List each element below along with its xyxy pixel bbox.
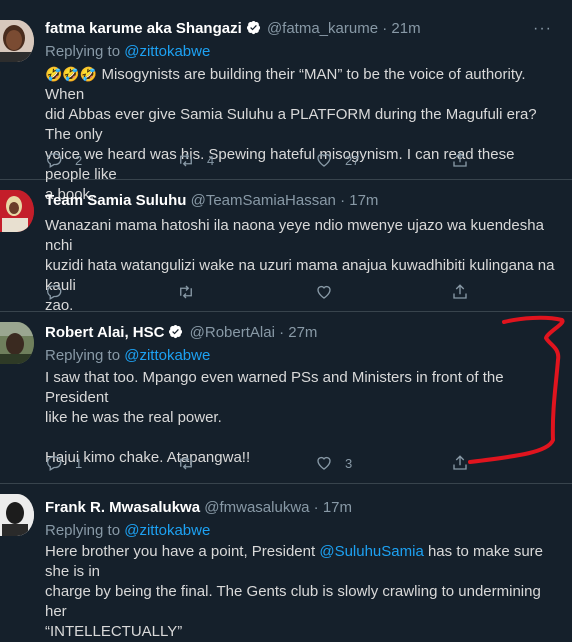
avatar-image <box>0 322 34 364</box>
retweet-icon <box>180 153 192 167</box>
reply-icon <box>47 285 62 300</box>
replying-handle[interactable]: @zittokabwe <box>124 347 210 364</box>
separator: · <box>279 324 285 341</box>
tweet-text-line: Wanazani mama hatoshi ila naona yeye ndi… <box>45 217 544 254</box>
share-button[interactable] <box>451 454 469 472</box>
tweet-text: Wanazani mama hatoshi ila naona yeye ndi… <box>45 216 560 316</box>
replying-to: Replying to @zittokabwe <box>45 347 210 364</box>
share-icon <box>453 455 467 470</box>
retweet-icon <box>180 285 192 299</box>
like-icon <box>317 153 331 167</box>
like-icon <box>317 285 331 299</box>
tweet-text-line: charge by being the final. The Gents clu… <box>45 583 541 620</box>
separator: · <box>313 499 319 516</box>
reply-button[interactable] <box>45 283 63 301</box>
timestamp[interactable]: 21m <box>391 20 420 37</box>
tweet-header: fatma karume aka Shangazi @fatma_karume … <box>45 20 421 37</box>
avatar[interactable] <box>0 494 34 536</box>
replying-label: Replying to <box>45 347 121 364</box>
replying-label: Replying to <box>45 43 121 60</box>
reply-icon <box>47 153 62 168</box>
action-bar: 1 3 <box>45 454 545 472</box>
author-name[interactable]: Team Samia Suluhu <box>45 192 186 209</box>
timestamp[interactable]: 27m <box>288 324 317 341</box>
avatar-image <box>0 20 34 62</box>
tweet-text-segment: Here brother you have a point, President <box>45 543 320 560</box>
action-bar: 2 4 27 <box>45 151 545 169</box>
reply-count: 1 <box>75 455 83 471</box>
like-button[interactable] <box>315 283 333 301</box>
replying-label: Replying to <box>45 522 121 539</box>
tweet-text: Here brother you have a point, President… <box>45 542 560 642</box>
like-button[interactable]: 27 <box>315 151 359 169</box>
like-count: 3 <box>345 455 353 471</box>
reply-count: 2 <box>75 152 83 168</box>
retweet-button[interactable]: 4 <box>177 151 214 169</box>
avatar-image <box>0 190 34 232</box>
action-bar <box>45 283 545 301</box>
author-name[interactable]: Frank R. Mwasalukwa <box>45 499 200 516</box>
tweet-text-line <box>45 428 560 448</box>
mention-link[interactable]: @SuluhuSamia <box>319 543 423 560</box>
share-icon <box>453 284 467 299</box>
separator: · <box>340 192 346 209</box>
reply-icon <box>47 456 62 471</box>
author-name[interactable]: Robert Alai, HSC <box>45 324 164 341</box>
verified-icon <box>246 20 261 35</box>
tweet-card[interactable]: Team Samia Suluhu @TeamSamiaHassan · 17m… <box>0 180 572 314</box>
tweet-header: Robert Alai, HSC @RobertAlai · 27m <box>45 324 317 341</box>
tweet-text-line: “INTELLECTUALLY” <box>45 623 183 640</box>
author-handle[interactable]: @fmwasalukwa <box>204 499 309 516</box>
share-icon <box>453 152 467 167</box>
avatar[interactable] <box>0 20 34 62</box>
tweet-text-line: did Abbas ever give Samia Suluhu a PLATF… <box>45 106 537 143</box>
retweet-button[interactable] <box>177 283 195 301</box>
replying-to: Replying to @zittokabwe <box>45 522 210 539</box>
separator: · <box>382 20 388 37</box>
timestamp[interactable]: 17m <box>323 499 352 516</box>
tweet-card[interactable]: Robert Alai, HSC @RobertAlai · 27m Reply… <box>0 312 572 484</box>
like-button[interactable]: 3 <box>315 454 352 472</box>
timestamp[interactable]: 17m <box>349 192 378 209</box>
like-count: 27 <box>345 152 360 168</box>
reply-button[interactable]: 2 <box>45 151 82 169</box>
replying-handle[interactable]: @zittokabwe <box>124 43 210 60</box>
reply-button[interactable]: 1 <box>45 454 82 472</box>
replying-to: Replying to @zittokabwe <box>45 43 210 60</box>
retweet-button[interactable] <box>177 454 195 472</box>
tweet-card[interactable]: fatma karume aka Shangazi @fatma_karume … <box>0 0 572 203</box>
tweet-header: Frank R. Mwasalukwa @fmwasalukwa · 17m <box>45 499 352 516</box>
retweet-icon <box>180 456 192 470</box>
author-name[interactable]: fatma karume aka Shangazi <box>45 20 242 37</box>
avatar-image <box>0 494 34 536</box>
tweet-text-line: I saw that too. Mpango even warned PSs a… <box>45 369 504 406</box>
emoji-text: 🤣🤣🤣 <box>45 66 98 82</box>
replying-handle[interactable]: @zittokabwe <box>124 522 210 539</box>
tweet-header: Team Samia Suluhu @TeamSamiaHassan · 17m <box>45 192 378 209</box>
tweet-card[interactable]: Frank R. Mwasalukwa @fmwasalukwa · 17m R… <box>0 484 572 640</box>
more-icon[interactable]: ··· <box>533 20 552 38</box>
avatar[interactable] <box>0 322 34 364</box>
tweet-text: I saw that too. Mpango even warned PSs a… <box>45 368 560 468</box>
tweet-text-line: Misogynists are building their “MAN” to … <box>45 66 526 103</box>
avatar[interactable] <box>0 190 34 232</box>
share-button[interactable] <box>451 283 469 301</box>
verified-icon <box>168 324 183 339</box>
author-handle[interactable]: @TeamSamiaHassan <box>191 192 336 209</box>
author-handle[interactable]: @fatma_karume <box>267 20 378 37</box>
author-handle[interactable]: @RobertAlai <box>190 324 275 341</box>
retweet-count: 4 <box>207 152 215 168</box>
tweet-text-line: like he was the real power. <box>45 409 222 426</box>
like-icon <box>317 456 331 470</box>
share-button[interactable] <box>451 151 469 169</box>
